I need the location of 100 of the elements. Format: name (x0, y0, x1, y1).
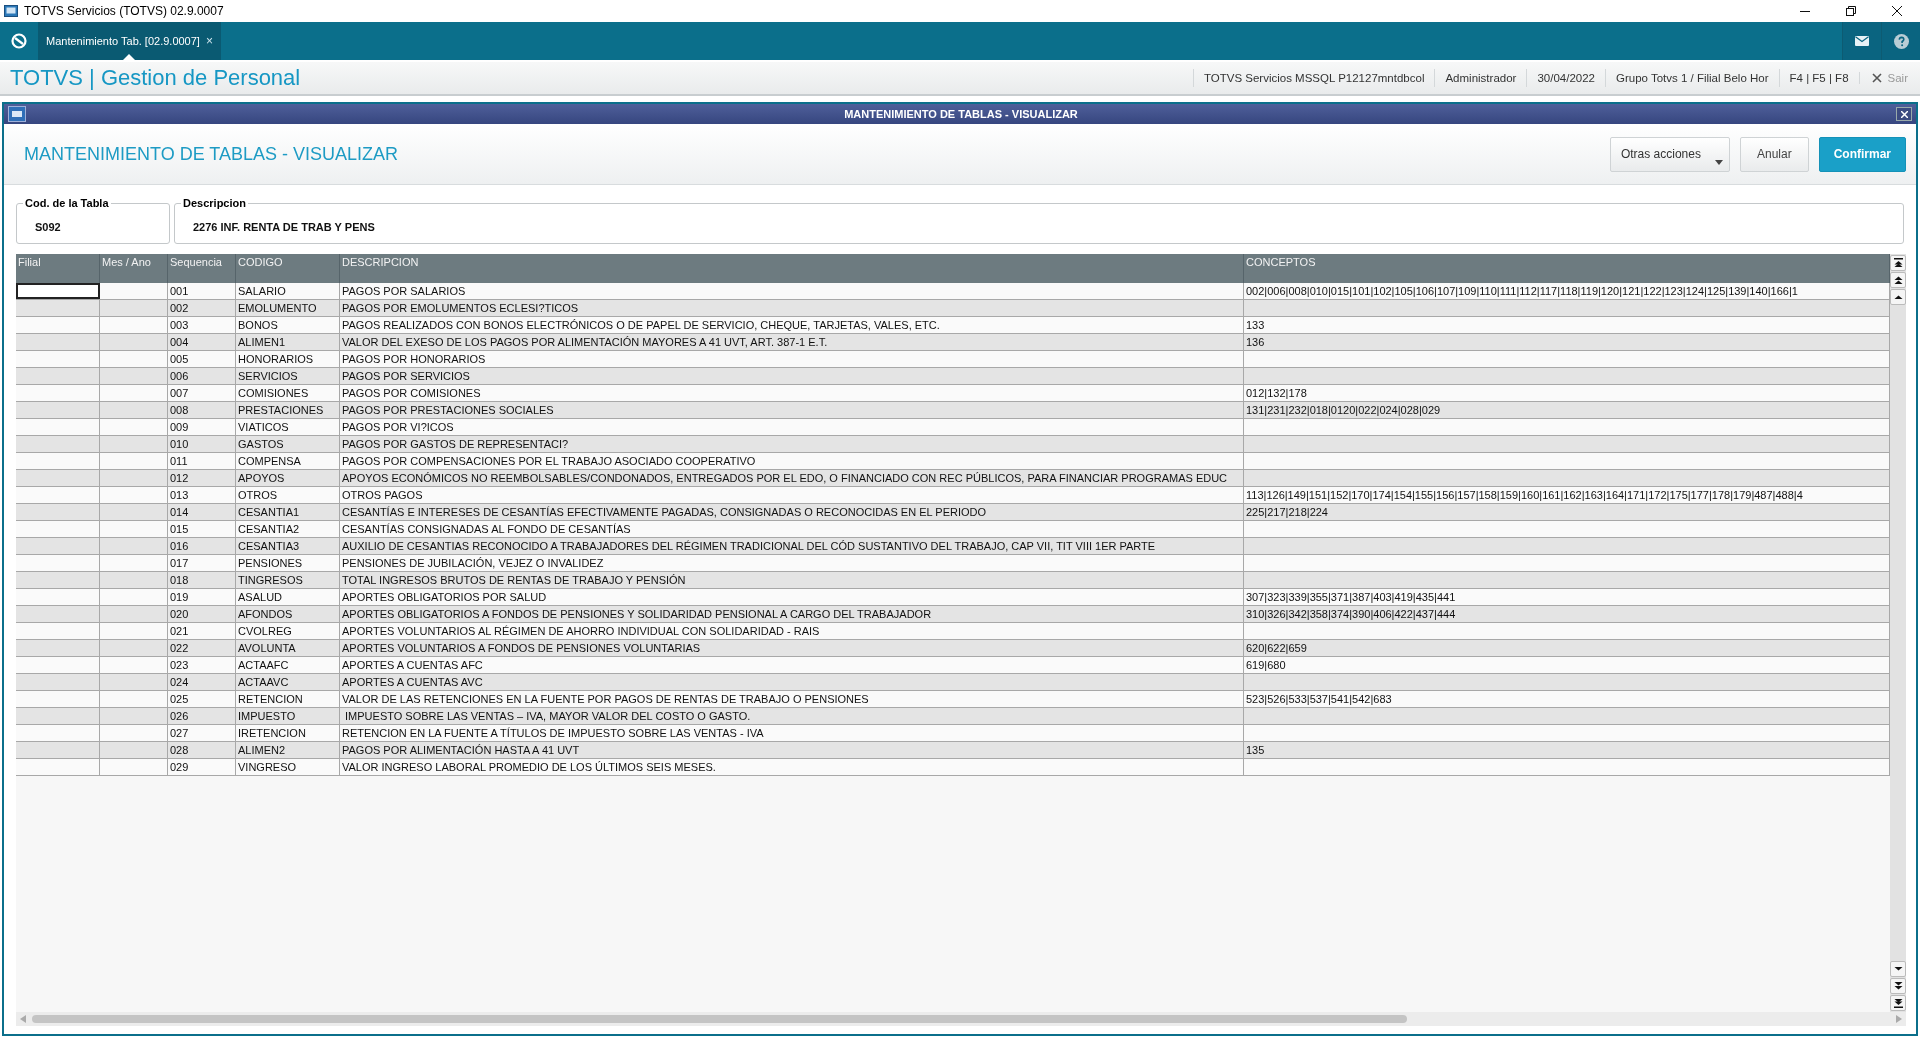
table-row[interactable]: 005 HONORARIOS PAGOS POR HONORARIOS (16, 351, 1890, 368)
table-row[interactable]: 013 OTROS OTROS PAGOS 113|126|149|151|152|170|174|154|155|156|157|158|159|160|161|162|163|164|171|172|175|177|178|179|487|488|4 (16, 487, 1890, 504)
table-cell: APORTES OBLIGATORIOS A FONDOS DE PENSIONES Y SOLIDARIDAD PENSIONAL A CARGO DEL TRABAJADOR (340, 606, 1244, 622)
table-row[interactable]: 015 CESANTIA2 CESANTÍAS CONSIGNADAS AL FONDO DE CESANTÍAS (16, 521, 1890, 538)
table-cell: CESANTIA3 (236, 538, 340, 554)
close-button[interactable] (1896, 107, 1912, 121)
table-row[interactable]: 010 GASTOS PAGOS POR GASTOS DE REPRESENTACI? (16, 436, 1890, 453)
table-row[interactable]: 002 EMOLUMENTO PAGOS POR EMOLUMENTOS ECLESI?TICOS (16, 300, 1890, 317)
table-cell: TOTAL INGRESOS BRUTOS DE RENTAS DE TRABAJO Y PENSIÓN (340, 572, 1244, 588)
table-cell: 015 (168, 521, 236, 537)
table-cell: 021 (168, 623, 236, 639)
table-cell: PAGOS POR HONORARIOS (340, 351, 1244, 367)
table-row[interactable]: 023 ACTAAFC APORTES A CUENTAS AFC 619|680 (16, 657, 1890, 674)
table-cell: PRESTACIONES (236, 402, 340, 418)
table-row[interactable]: 014 CESANTIA1 CESANTÍAS E INTERESES DE CESANTÍAS EFECTIVAMENTE PAGADAS, CONSIGNADAS O RECONOCIDAS EN EL PERIODO 225|217|218|224 (16, 504, 1890, 521)
table-cell: 005 (168, 351, 236, 367)
table-row[interactable]: 011 COMPENSA PAGOS POR COMPENSACIONES POR EL TRABAJO ASOCIADO COOPERATIVO (16, 453, 1890, 470)
table-row[interactable]: 026 IMPUESTO IMPUESTO SOBRE LAS VENTAS – IVA, MAYOR VALOR DEL COSTO O GASTO. (16, 708, 1890, 725)
table-cell: APORTES A CUENTAS AVC (340, 674, 1244, 690)
table-cell: IMPUESTO SOBRE LAS VENTAS – IVA, MAYOR VALOR DEL COSTO O GASTO. (340, 708, 1244, 724)
table-cell: COMISIONES (236, 385, 340, 401)
page-heading: MANTENIMIENTO DE TABLAS - VISUALIZAR (24, 143, 400, 165)
table-cell: PAGOS POR GASTOS DE REPRESENTACI? (340, 436, 1244, 452)
table-cell: 024 (168, 674, 236, 690)
table-cell: SERVICIOS (236, 368, 340, 384)
table-cell: ALIMEN1 (236, 334, 340, 350)
table-cell: ALIMEN2 (236, 742, 340, 758)
table-cell: EMOLUMENTO (236, 300, 340, 316)
restore-icon (1846, 6, 1856, 16)
table-cell: APORTES VOLUNTARIOS AL RÉGIMEN DE AHORRO INDIVIDUAL CON SOLIDARIDAD - RAIS (340, 623, 1244, 639)
field-value: 2276 INF. RENTA DE TRAB Y PENS (193, 220, 376, 233)
table-row[interactable]: 017 PENSIONES PENSIONES DE JUBILACIÓN, VEJEZ O INVALIDEZ (16, 555, 1890, 572)
table-cell: VIATICOS (236, 419, 340, 435)
table-row[interactable]: 022 AVOLUNTA APORTES VOLUNTARIOS A FONDOS DE PENSIONES VOLUNTARIAS 620|622|659 (16, 640, 1890, 657)
page-down-icon[interactable] (1893, 981, 1903, 991)
table-cell: 023 (168, 657, 236, 673)
table-row[interactable]: 016 CESANTIA3 AUXILIO DE CESANTIAS RECONOCIDO A TRABAJADORES DEL RÉGIMEN TRADICIONAL DEL CÓD SUSTANTIVO DEL TRABAJO, CAP VII, TIT VIII 1ER PARTE (16, 538, 1890, 555)
table-cell: 002 (168, 300, 236, 316)
table-cell: APOYOS (236, 470, 340, 486)
app-title: TOTVS | Gestion de Personal (10, 65, 302, 91)
table-cell: COMPENSA (236, 453, 340, 469)
table-row[interactable]: 012 APOYOS APOYOS ECONÓMICOS NO REEMBOLSABLES/CONDONADOS, ENTREGADOS POR EL EDO, O FINANCIADO CON REC PÚBLICOS, PARA FINANCIAR PROGRAMAS EDUC (16, 470, 1890, 487)
table-cell: 009 (168, 419, 236, 435)
table-cell: VALOR DE LAS RETENCIONES EN LA FUENTE POR PAGOS DE RENTAS DE TRABAJO O PENSIONES (340, 691, 1244, 707)
table-cell: CESANTIA1 (236, 504, 340, 520)
table-row[interactable]: 007 COMISIONES PAGOS POR COMISIONES 012|132|178 (16, 385, 1890, 402)
table-cell: ACTAAFC (236, 657, 340, 673)
table-row[interactable]: 028 ALIMEN2 PAGOS POR ALIMENTACIÓN HASTA A 41 UVT 135 (16, 742, 1890, 759)
help-icon[interactable] (1893, 33, 1909, 49)
table-row[interactable]: 006 SERVICIOS PAGOS POR SERVICIOS (16, 368, 1890, 385)
table-cell: PAGOS POR ALIMENTACIÓN HASTA A 41 UVT (340, 742, 1244, 758)
table-row[interactable]: 001 SALARIO PAGOS POR SALARIOS 002|006|008|010|015|101|102|105|106|107|109|110|111|112|117|118|119|120|121|122|123|124|125|139|140|166|1 (16, 283, 1890, 300)
scroll-top-icon[interactable] (1893, 258, 1903, 268)
table-row[interactable]: 029 VINGRESO VALOR INGRESO LABORAL PROMEDIO DE LOS ÚLTIMOS SEIS MESES. (16, 759, 1890, 776)
horizontal-scrollbar[interactable] (16, 1012, 1906, 1026)
table-cell: RETENCION EN LA FUENTE A TÍTULOS DE IMPUESTO SOBRE LAS VENTAS - IVA (340, 725, 1244, 741)
table-cell: PAGOS POR SERVICIOS (340, 368, 1244, 384)
table-row[interactable]: 025 RETENCION VALOR DE LAS RETENCIONES EN LA FUENTE POR PAGOS DE RENTAS DE TRABAJO O PENSIONES 523|526|533|537|541|542|683 (16, 691, 1890, 708)
table-row[interactable]: 008 PRESTACIONES PAGOS POR PRESTACIONES SOCIALES 131|231|232|018|0120|022|024|028|029 (16, 402, 1890, 419)
table-row[interactable]: 027 IRETENCION RETENCION EN LA FUENTE A TÍTULOS DE IMPUESTO SOBRE LAS VENTAS - IVA (16, 725, 1890, 742)
table-row[interactable]: 003 BONOS PAGOS REALIZADOS CON BONOS ELECTRÓNICOS O DE PAPEL DE SERVICIO, CHEQUE, TARJETAS, VALES, ETC. 133 (16, 317, 1890, 334)
table-cell: 001 (168, 283, 236, 299)
table-cell: ASALUD (236, 589, 340, 605)
table-cell: BONOS (236, 317, 340, 333)
close-icon (1900, 110, 1908, 118)
status-info: 30/04/2022 (1526, 69, 1605, 87)
close-icon[interactable]: × (205, 34, 213, 48)
table-row[interactable]: 019 ASALUD APORTES OBLIGATORIOS POR SALUD 307|323|339|355|371|387|403|419|435|441 (16, 589, 1890, 606)
window-icon (8, 106, 26, 122)
table-row[interactable]: 024 ACTAAVC APORTES A CUENTAS AVC (16, 674, 1890, 691)
table-cell: IMPUESTO (236, 708, 340, 724)
field-label: Descripcion (182, 197, 247, 209)
table-cell: 018 (168, 572, 236, 588)
more-actions-button[interactable]: Otras acciones (1609, 136, 1730, 172)
cancel-button[interactable]: Anular (1739, 136, 1809, 172)
vertical-scrollbar[interactable] (1890, 254, 1906, 1012)
table-cell: 028 (168, 742, 236, 758)
tab[interactable]: Mantenimiento Tab. [02.9.0007] × (38, 22, 221, 60)
table-cell: VALOR DEL EXESO DE LOS PAGOS POR ALIMENTACIÓN MAYORES A 41 UVT, ART. 387-1 E.T. (340, 334, 1244, 350)
table-cell: 003 (168, 317, 236, 333)
table-cell: 004 (168, 334, 236, 350)
scrollbar-thumb[interactable] (32, 1015, 1407, 1023)
scroll-bottom-icon[interactable] (1893, 998, 1903, 1008)
table-row[interactable]: 009 VIATICOS PAGOS POR VI?ICOS (16, 419, 1890, 436)
table-row[interactable]: 004 ALIMEN1 VALOR DEL EXESO DE LOS PAGOS POR ALIMENTACIÓN MAYORES A 41 UVT, ART. 387-1 E.T. 136 (16, 334, 1890, 351)
table-cell: APORTES OBLIGATORIOS POR SALUD (340, 589, 1244, 605)
mail-icon[interactable] (1855, 36, 1869, 46)
table-cell: PENSIONES DE JUBILACIÓN, VEJEZ O INVALIDEZ (340, 555, 1244, 571)
table-row[interactable]: 018 TINGRESOS TOTAL INGRESOS BRUTOS DE RENTAS DE TRABAJO Y PENSIÓN (16, 572, 1890, 589)
table-row[interactable]: 021 CVOLREG APORTES VOLUNTARIOS AL RÉGIMEN DE AHORRO INDIVIDUAL CON SOLIDARIDAD - RAIS (16, 623, 1890, 640)
table-cell: PAGOS POR PRESTACIONES SOCIALES (340, 402, 1244, 418)
table-cell: APORTES VOLUNTARIOS A FONDOS DE PENSIONES VOLUNTARIAS (340, 640, 1244, 656)
table-cell: CESANTIA2 (236, 521, 340, 537)
table-cell: OTROS PAGOS (340, 487, 1244, 503)
table-cell: 016 (168, 538, 236, 554)
page-up-icon[interactable] (1893, 275, 1903, 285)
table-row[interactable]: 020 AFONDOS APORTES OBLIGATORIOS A FONDOS DE PENSIONES Y SOLIDARIDAD PENSIONAL A CARGO DEL TRABAJADOR 310|326|342|358|374|390|406|422|437|444 (16, 606, 1890, 623)
table-cell: 017 (168, 555, 236, 571)
logo-icon[interactable] (11, 33, 27, 49)
table-cell: APORTES A CUENTAS AFC (340, 657, 1244, 673)
